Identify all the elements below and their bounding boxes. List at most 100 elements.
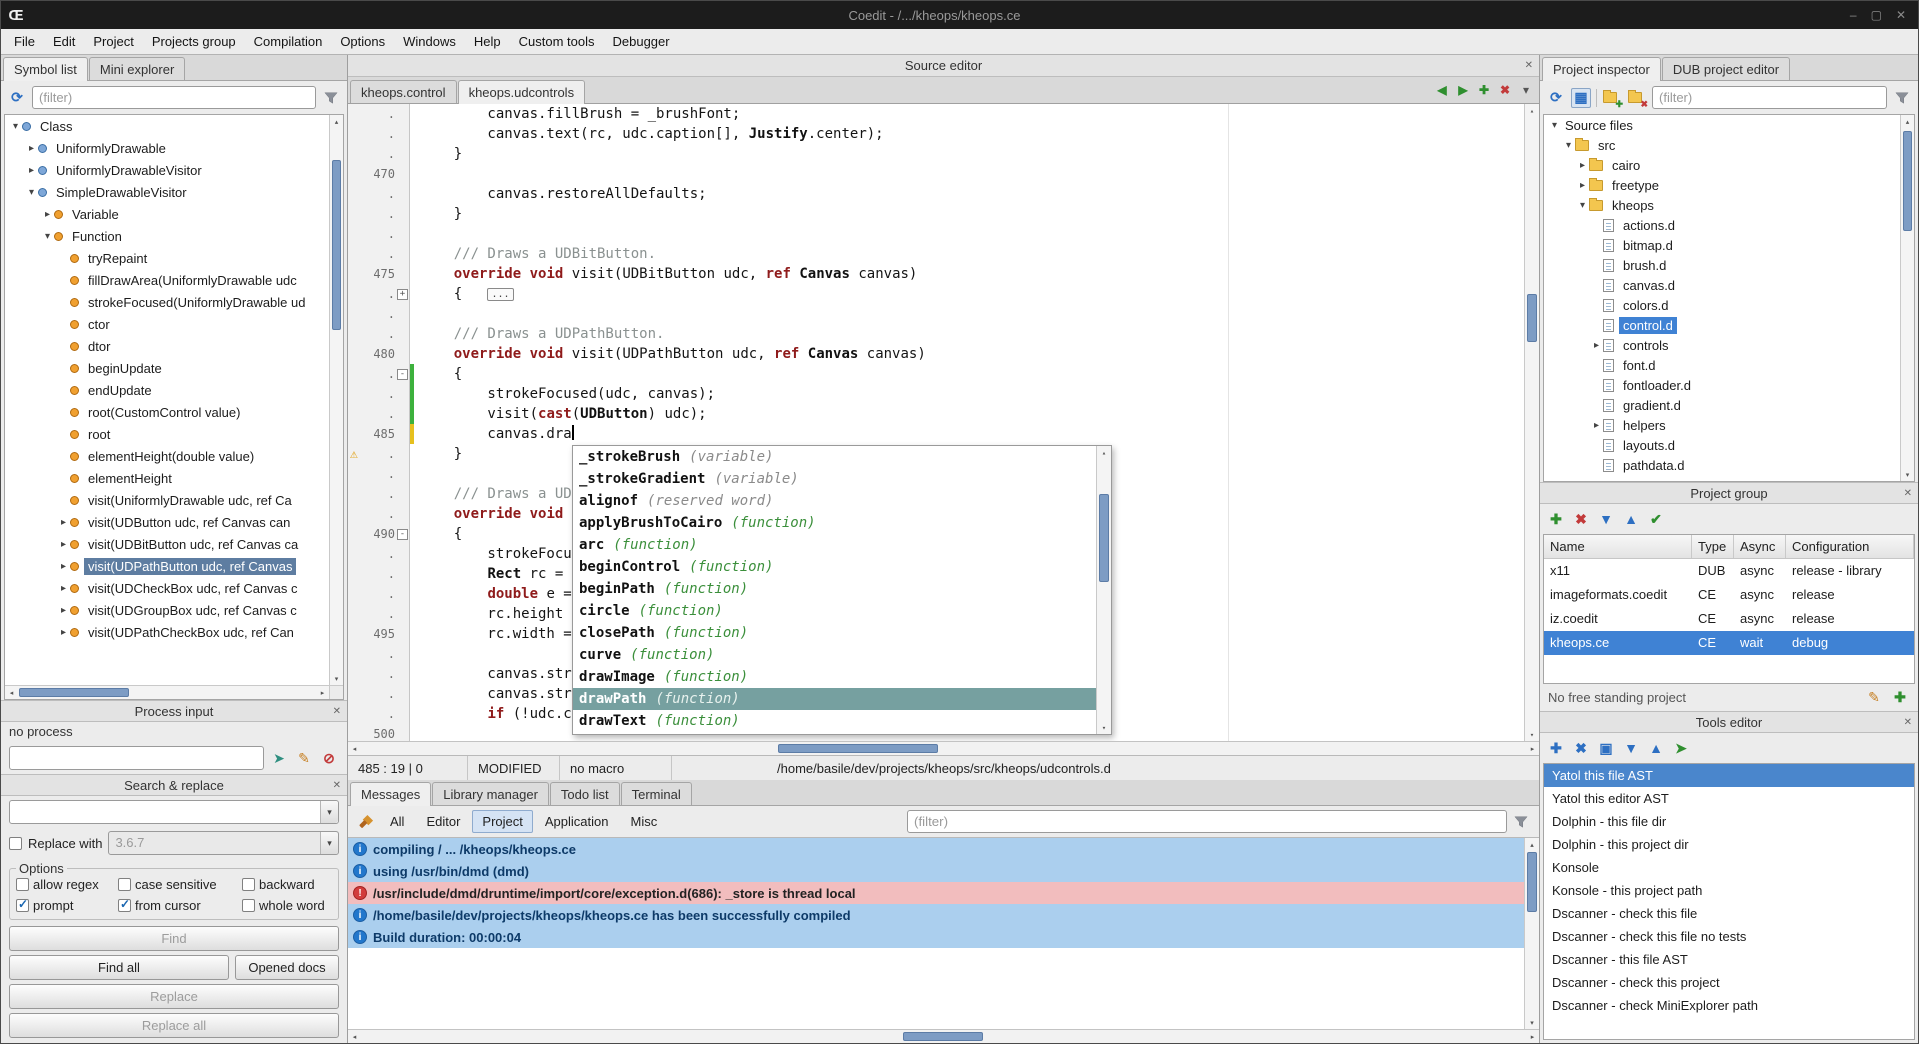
tool-item[interactable]: Konsole: [1544, 856, 1914, 879]
move-project-down-icon[interactable]: ▼: [1596, 509, 1616, 529]
tree-item[interactable]: strokeFocused(UniformlyDrawable ud: [5, 291, 329, 313]
code-line[interactable]: . visit(cast(UDButton) udc);: [348, 404, 1524, 424]
code-line[interactable]: . /// Draws a UDBitButton.: [348, 244, 1524, 264]
symbol-filter-input[interactable]: [32, 86, 316, 109]
editor-hscrollbar[interactable]: ◂ ▸: [348, 741, 1539, 755]
tree-item[interactable]: ▸visit(UDBitButton udc, ref Canvas ca: [5, 533, 329, 555]
scroll-right-icon[interactable]: ▸: [1526, 1030, 1539, 1043]
scroll-down-icon[interactable]: ▾: [1901, 468, 1914, 481]
expander-right-icon[interactable]: ▸: [57, 517, 70, 528]
tool-item[interactable]: Dolphin - this file dir: [1544, 810, 1914, 833]
code-line[interactable]: .: [348, 224, 1524, 244]
tree-item[interactable]: root(CustomControl value): [5, 401, 329, 423]
close-process-input-icon[interactable]: ✕: [333, 706, 341, 717]
menu-file[interactable]: File: [5, 30, 44, 53]
scrollbar-thumb[interactable]: [1903, 131, 1912, 231]
code-line[interactable]: .: [348, 304, 1524, 324]
find-all-button[interactable]: Find all: [9, 955, 229, 980]
scrollbar-thumb[interactable]: [1527, 294, 1537, 342]
completion-item[interactable]: _strokeGradient(variable): [573, 468, 1096, 490]
tree-item[interactable]: ▸helpers: [1544, 415, 1900, 435]
project-row[interactable]: imageformats.coeditCEasyncrelease: [1544, 583, 1914, 607]
scroll-up-icon[interactable]: ▴: [1525, 838, 1539, 851]
tree-item[interactable]: endUpdate: [5, 379, 329, 401]
completion-item[interactable]: _strokeBrush(variable): [573, 446, 1096, 468]
messages-filter-input[interactable]: [907, 810, 1507, 833]
find-button[interactable]: Find: [9, 926, 339, 951]
editor-tab-kheops-udcontrols[interactable]: kheops.udcontrols: [458, 80, 586, 104]
menu-options[interactable]: Options: [331, 30, 394, 53]
replace-with-combo[interactable]: 3.6.7 ▾: [108, 831, 339, 855]
tree-item[interactable]: layouts.d: [1544, 435, 1900, 455]
expander-down-icon[interactable]: ▾: [9, 121, 22, 132]
remove-project-icon[interactable]: ✖: [1571, 509, 1591, 529]
minimize-button[interactable]: –: [1850, 8, 1857, 22]
editor-vscrollbar[interactable]: ▴ ▾: [1524, 104, 1539, 741]
scrollbar-thumb[interactable]: [332, 160, 341, 330]
tree-item[interactable]: actions.d: [1544, 215, 1900, 235]
checkbox[interactable]: [16, 878, 29, 891]
tool-item[interactable]: Konsole - this project path: [1544, 879, 1914, 902]
previous-doc-icon[interactable]: ◀: [1433, 81, 1451, 99]
tree-item[interactable]: root: [5, 423, 329, 445]
tree-item[interactable]: ▸UniformlyDrawableVisitor: [5, 159, 329, 181]
tree-item[interactable]: ctor: [5, 313, 329, 335]
process-input-field[interactable]: [9, 746, 264, 770]
chevron-down-icon[interactable]: ▾: [320, 832, 338, 854]
menu-compilation[interactable]: Compilation: [245, 30, 332, 53]
code-line[interactable]: . canvas.text(rc, udc.caption[], Justify…: [348, 124, 1524, 144]
folded-region[interactable]: ...: [487, 288, 513, 301]
code-line[interactable]: .- {: [348, 364, 1524, 384]
checkbox[interactable]: [242, 878, 255, 891]
fold-marker[interactable]: -: [397, 369, 408, 380]
tree-item[interactable]: elementHeight(double value): [5, 445, 329, 467]
replace-with-checkbox[interactable]: [9, 837, 22, 850]
tree-item[interactable]: ▾Function: [5, 225, 329, 247]
tree-item[interactable]: elementHeight: [5, 467, 329, 489]
tree-item[interactable]: ▸controls: [1544, 335, 1900, 355]
menu-edit[interactable]: Edit: [44, 30, 84, 53]
completion-item[interactable]: applyBrushToCairo(function): [573, 512, 1096, 534]
maximize-button[interactable]: ▢: [1871, 8, 1882, 22]
tree-item[interactable]: ▸visit(UDPathButton udc, ref Canvas: [5, 555, 329, 577]
option-allow-regex[interactable]: allow regex: [16, 877, 116, 892]
tree-item[interactable]: ▸visit(UDCheckBox udc, ref Canvas c: [5, 577, 329, 599]
replace-button[interactable]: Replace: [9, 984, 339, 1009]
fold-marker[interactable]: -: [397, 529, 408, 540]
replace-all-button[interactable]: Replace all: [9, 1013, 339, 1038]
message-row[interactable]: iBuild duration: 00:00:04: [348, 926, 1524, 948]
expander-down-icon[interactable]: ▾: [1576, 200, 1589, 211]
scroll-down-icon[interactable]: ▾: [1525, 1016, 1539, 1029]
tab-todo-list[interactable]: Todo list: [550, 782, 620, 805]
tool-item[interactable]: Dscanner - check this project: [1544, 971, 1914, 994]
tree-item[interactable]: fillDrawArea(UniformlyDrawable udc: [5, 269, 329, 291]
tab-symbol-list[interactable]: Symbol list: [3, 57, 88, 81]
message-row[interactable]: iusing /usr/bin/dmd (dmd): [348, 860, 1524, 882]
tool-item[interactable]: Yatol this editor AST: [1544, 787, 1914, 810]
tree-item[interactable]: bitmap.d: [1544, 235, 1900, 255]
expander-right-icon[interactable]: ▸: [1590, 420, 1603, 431]
scroll-up-icon[interactable]: ▴: [1525, 104, 1539, 117]
tab-library-manager[interactable]: Library manager: [432, 782, 549, 805]
chevron-down-icon[interactable]: ▾: [320, 801, 338, 823]
edit-freestanding-icon[interactable]: ✎: [1864, 688, 1884, 708]
move-tool-up-icon[interactable]: ▲: [1646, 738, 1666, 758]
completion-item[interactable]: alignof(reserved word): [573, 490, 1096, 512]
run-tool-icon[interactable]: ➤: [1671, 738, 1691, 758]
new-doc-icon[interactable]: ✚: [1475, 81, 1493, 99]
code-line[interactable]: . /// Draws a UDPathButton.: [348, 324, 1524, 344]
column-header-name[interactable]: Name: [1544, 535, 1692, 558]
completion-item[interactable]: drawImage(function): [573, 666, 1096, 688]
tree-item[interactable]: gradient.d: [1544, 395, 1900, 415]
symbol-tree-vscrollbar[interactable]: ▴ ▾: [329, 115, 343, 685]
checkbox[interactable]: [118, 878, 131, 891]
messages-vscrollbar[interactable]: ▴ ▾: [1524, 838, 1539, 1029]
expander-right-icon[interactable]: ▸: [1576, 160, 1589, 171]
scrollbar-thumb[interactable]: [1099, 494, 1109, 582]
add-project-icon[interactable]: ✚: [1546, 509, 1566, 529]
opened-docs-button[interactable]: Opened docs: [235, 955, 339, 980]
expander-right-icon[interactable]: ▸: [57, 605, 70, 616]
code-line[interactable]: .+ { ...: [348, 284, 1524, 304]
expander-right-icon[interactable]: ▸: [57, 561, 70, 572]
scrollbar-thumb[interactable]: [1527, 852, 1537, 912]
